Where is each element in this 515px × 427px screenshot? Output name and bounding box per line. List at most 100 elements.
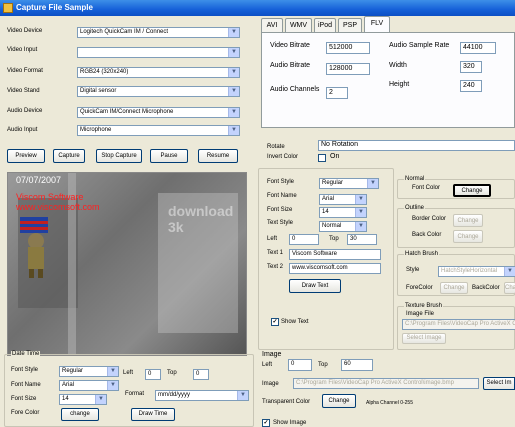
- font-size-value: 14: [322, 209, 329, 215]
- border-color-label: Border Color: [412, 216, 447, 222]
- show-image-checkbox[interactable]: ✓: [262, 419, 270, 427]
- select-image-button[interactable]: Select Im: [483, 377, 515, 390]
- font-name-select[interactable]: Arial ▼: [319, 194, 367, 205]
- text-top-input[interactable]: 30: [347, 234, 377, 245]
- stop-capture-button[interactable]: Stop Capture: [96, 149, 142, 163]
- image-path-input[interactable]: C:\Program Files\VideoCap Pro ActiveX Co…: [293, 378, 479, 389]
- tab-avi[interactable]: AVI: [261, 18, 283, 32]
- audio-sample-rate-input[interactable]: 44100: [460, 42, 496, 54]
- audio-bitrate-input[interactable]: 128000: [326, 63, 370, 75]
- chevron-down-icon: ▼: [355, 208, 366, 217]
- chevron-down-icon: ▼: [228, 87, 239, 96]
- datetime-group: Date Time Font Style Regular ▼ Font Name …: [4, 351, 254, 427]
- show-text-checkbox[interactable]: ✓: [271, 318, 279, 326]
- text1-label: Text 1: [267, 250, 284, 256]
- font-name-value: Arial: [322, 196, 335, 202]
- invert-color-checkbox[interactable]: [318, 154, 326, 162]
- date-overlay: 07/07/2007: [16, 175, 62, 185]
- dt-top-label: Top: [167, 370, 177, 376]
- audio-input-label: Audio Input: [7, 127, 38, 133]
- normal-group: Normal Font Color Change: [397, 176, 515, 199]
- chevron-down-icon: ▼: [228, 108, 239, 117]
- image-top-input[interactable]: 60: [341, 359, 373, 371]
- dt-top-input[interactable]: 0: [193, 369, 209, 380]
- show-image-label: Show Image: [273, 420, 307, 426]
- width-label: Width: [389, 62, 407, 69]
- chevron-down-icon: ▼: [107, 367, 118, 376]
- mascot-image: [18, 215, 53, 280]
- dt-font-style-select[interactable]: Regular ▼: [59, 366, 119, 377]
- dt-font-name-select[interactable]: Arial ▼: [59, 380, 119, 391]
- dt-format-label: Format: [125, 391, 145, 397]
- text-overlay-group: Font Style Regular ▼ Font Name Arial ▼ Fon…: [258, 168, 394, 350]
- audio-input-select[interactable]: Microphone ▼: [77, 125, 240, 136]
- image-left-label: Left: [262, 362, 273, 368]
- tab-ipod[interactable]: iPod: [314, 18, 336, 32]
- text1-input[interactable]: Viscom Software: [289, 249, 381, 260]
- audio-channels-input[interactable]: 2: [326, 87, 348, 99]
- video-preview: 07/07/2007 Viscom Software www.viscomsof…: [7, 172, 247, 356]
- video-format-select[interactable]: RGB24 (320x240) ▼: [77, 67, 240, 78]
- overlay-text-1: Viscom Software: [16, 192, 84, 202]
- video-stand-select[interactable]: Digital sensor ▼: [77, 86, 240, 97]
- video-input-label: Video Input: [7, 47, 38, 53]
- font-color-change-button[interactable]: Change: [453, 184, 491, 197]
- font-color-label: Font Color: [412, 185, 441, 191]
- video-stand-label: Video Stand: [7, 88, 40, 94]
- width-input[interactable]: 320: [460, 61, 482, 73]
- font-size-label: Font Size: [267, 207, 293, 213]
- font-style-select[interactable]: Regular ▼: [319, 178, 379, 189]
- tab-wmv[interactable]: WMV: [285, 18, 312, 32]
- chevron-down-icon: ▼: [95, 395, 106, 404]
- image-section-title: Image: [262, 351, 282, 358]
- resume-button[interactable]: Resume: [198, 149, 238, 163]
- dt-format-select[interactable]: mm/dd/yyyy ▼: [155, 390, 249, 401]
- dt-fore-color-change-button[interactable]: change: [61, 408, 99, 421]
- hatch-brush-title: Hatch Brush: [404, 251, 440, 257]
- outline-group: Outline Border Color Change Back Color C…: [397, 205, 515, 248]
- preview-button[interactable]: Preview: [7, 149, 45, 163]
- chevron-down-icon: ▼: [355, 222, 366, 231]
- dt-font-style-value: Regular: [62, 368, 84, 374]
- hatch-style-select[interactable]: HatchStyleHorizontal ▼: [438, 266, 515, 277]
- capture-button[interactable]: Capture: [53, 149, 85, 163]
- hatch-forecolor-change-button[interactable]: Change: [440, 282, 468, 294]
- dt-font-size-select[interactable]: 14 ▼: [59, 394, 107, 405]
- draw-text-button[interactable]: Draw Text: [289, 279, 341, 293]
- chevron-down-icon: ▼: [228, 126, 239, 135]
- text-style-select[interactable]: Normal ▼: [319, 221, 367, 232]
- hatch-style-value: HatchStyleHorizontal: [441, 268, 498, 274]
- transparent-color-change-button[interactable]: Change: [322, 394, 356, 408]
- hatch-backcolor-label: BackColor: [472, 285, 500, 291]
- image-path-label: Image: [262, 381, 279, 387]
- image-left-input[interactable]: 0: [288, 359, 312, 371]
- font-size-select[interactable]: 14 ▼: [319, 207, 367, 218]
- border-color-change-button[interactable]: Change: [453, 214, 483, 227]
- overlay-text-2: www.viscomsoft.com: [16, 202, 100, 212]
- rotate-select[interactable]: No Rotation: [318, 140, 515, 151]
- tab-psp[interactable]: PSP: [338, 18, 362, 32]
- texture-image-file-input[interactable]: C:\Program Files\VideoCap Pro ActiveX Co…: [402, 319, 515, 330]
- chevron-down-icon: ▼: [228, 48, 239, 57]
- height-input[interactable]: 240: [460, 80, 482, 92]
- chevron-down-icon: ▼: [504, 267, 515, 276]
- main-form: Video Device Logitech QuickCam IM / Conn…: [0, 16, 515, 427]
- transparent-color-label: Transparent Color: [262, 399, 311, 405]
- pause-button[interactable]: Pause: [150, 149, 188, 163]
- dt-fore-color-label: Fore Color: [11, 410, 40, 416]
- texture-select-image-button[interactable]: Select Image: [402, 333, 446, 344]
- video-device-select[interactable]: Logitech QuickCam IM / Connect ▼: [77, 27, 240, 38]
- video-bitrate-input[interactable]: 512000: [326, 42, 370, 54]
- chevron-down-icon: ▼: [228, 68, 239, 77]
- video-input-select[interactable]: ▼: [77, 47, 240, 58]
- back-color-label: Back Color: [412, 232, 442, 238]
- draw-time-button[interactable]: Draw Time: [131, 408, 175, 421]
- text-left-input[interactable]: 0: [289, 234, 319, 245]
- tab-flv[interactable]: FLV: [364, 16, 390, 32]
- dt-left-input[interactable]: 0: [145, 369, 161, 380]
- text2-input[interactable]: www.viscomsoft.com: [289, 263, 381, 274]
- audio-device-select[interactable]: QuickCam IM/Connect Microphone ▼: [77, 107, 240, 118]
- back-color-change-button[interactable]: Change: [453, 230, 483, 243]
- hatch-backcolor-change-button[interactable]: Cha: [504, 282, 515, 294]
- dt-font-name-value: Arial: [62, 382, 75, 388]
